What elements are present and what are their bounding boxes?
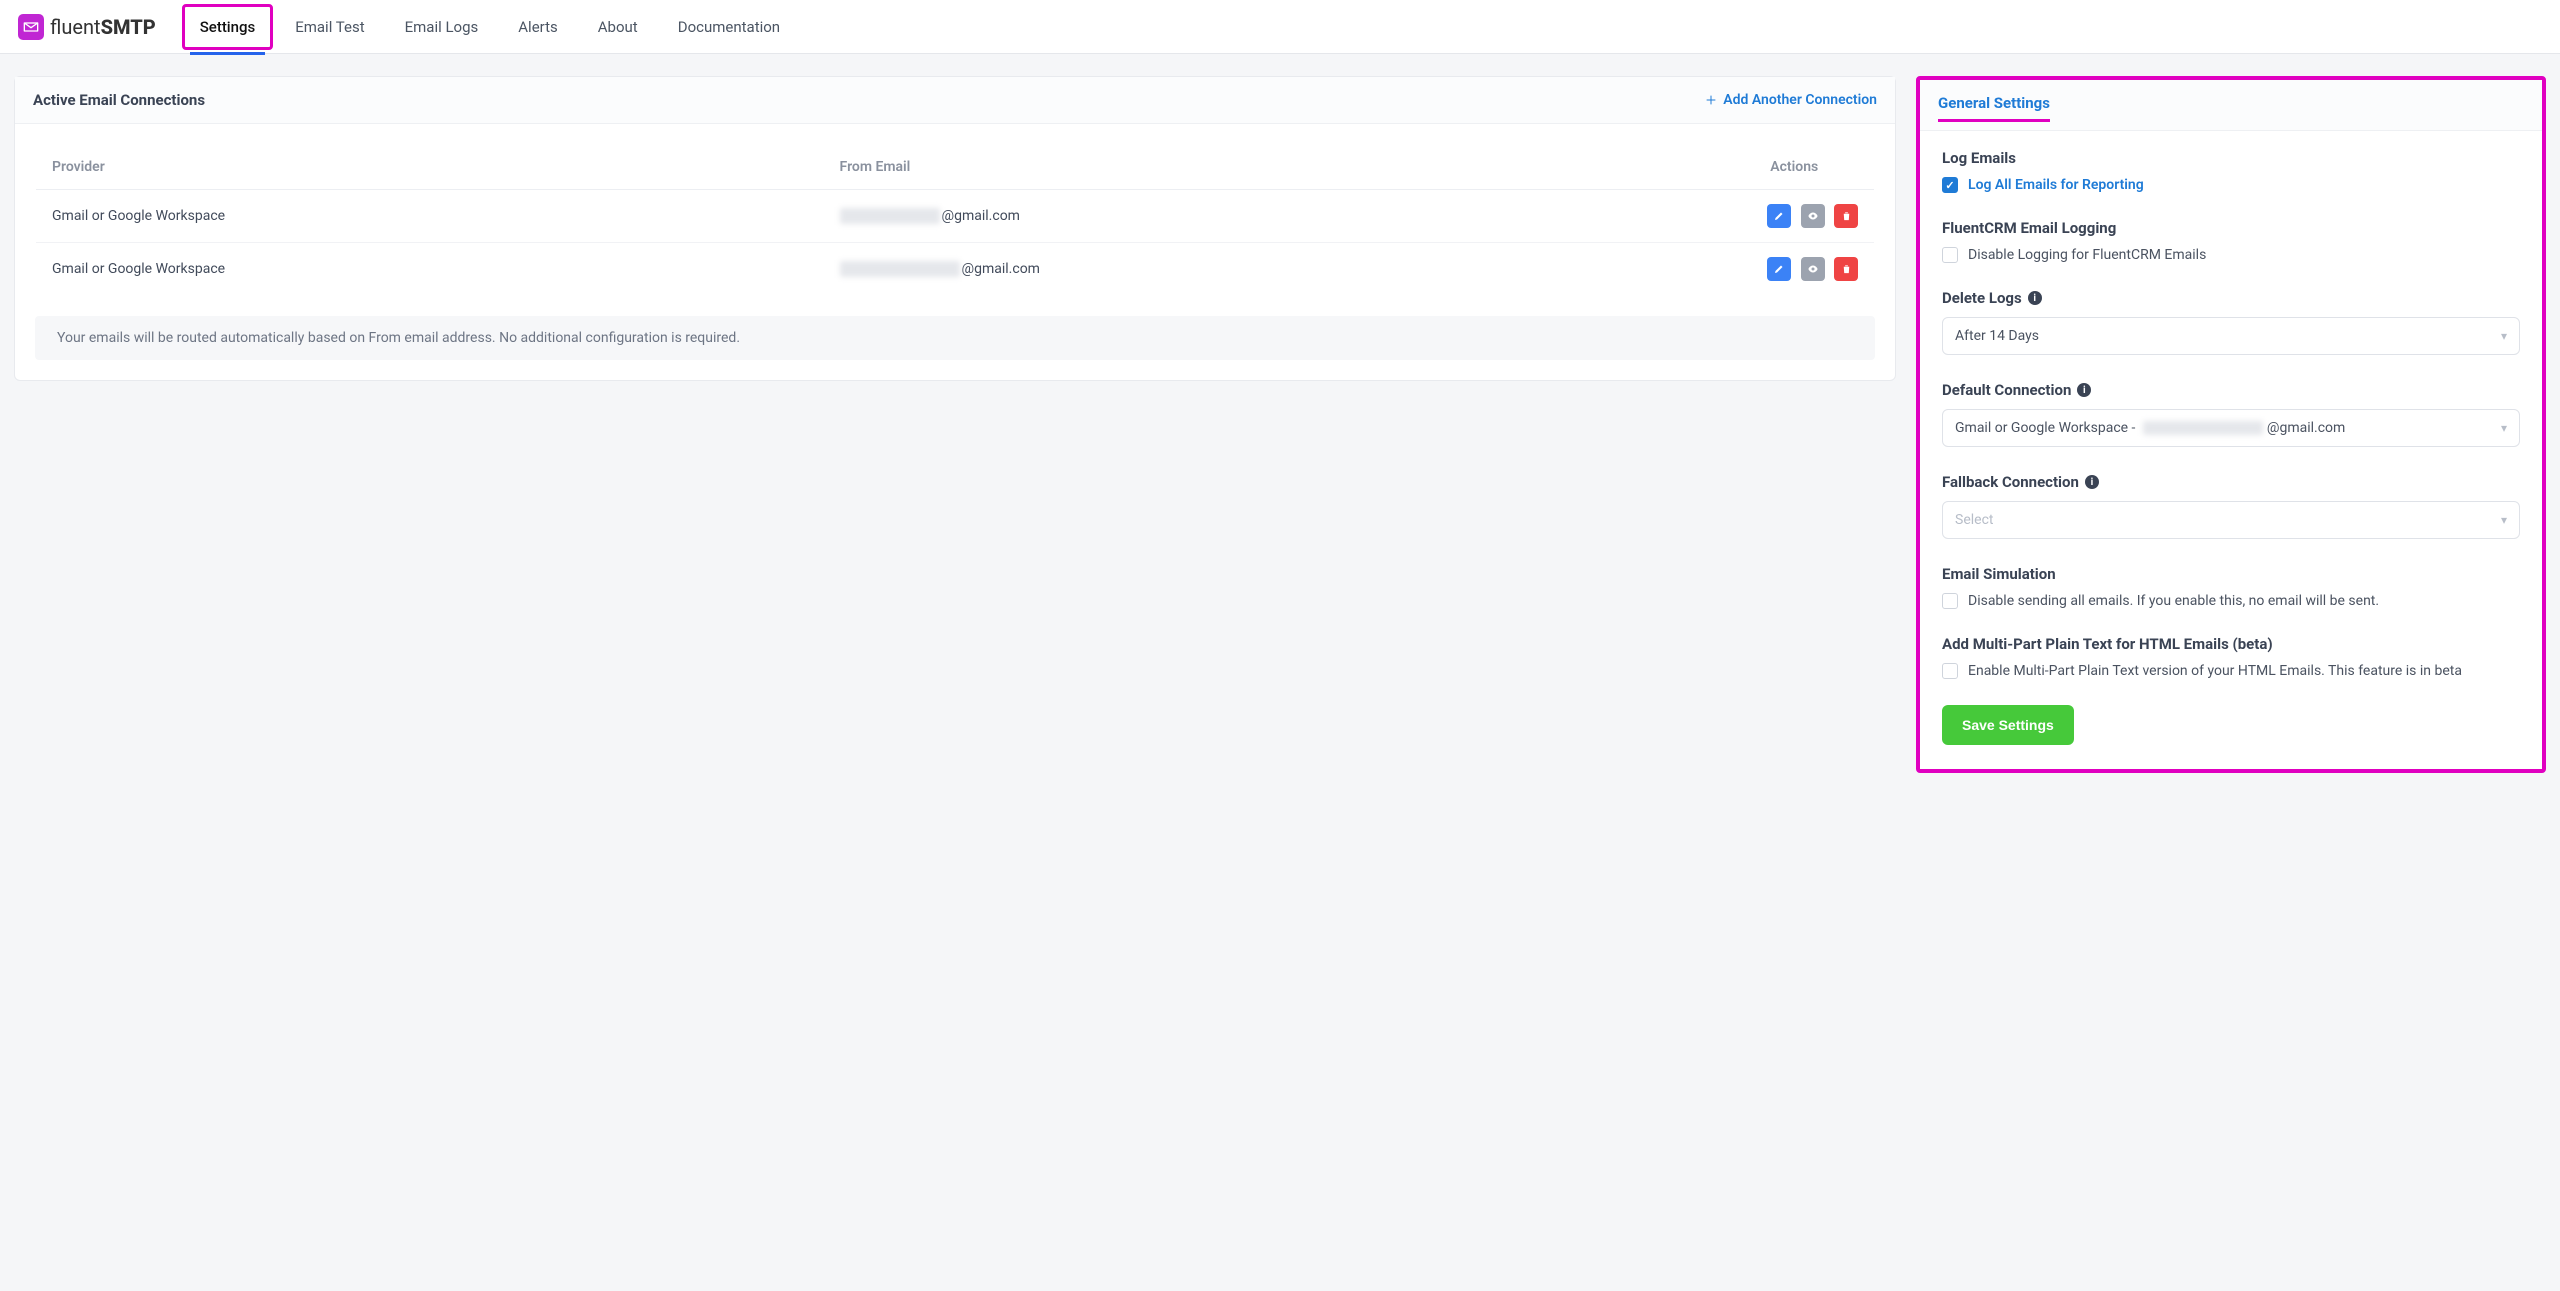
cell-actions: [1715, 190, 1875, 243]
default-conn-suffix: @gmail.com: [2267, 420, 2345, 436]
connections-title: Active Email Connections: [33, 91, 205, 109]
edit-button[interactable]: [1767, 257, 1791, 281]
edit-button[interactable]: [1767, 204, 1791, 228]
fallback-conn-heading-text: Fallback Connection: [1942, 473, 2079, 491]
cell-actions: [1715, 243, 1875, 296]
tab-label: Documentation: [678, 18, 780, 36]
default-conn-prefix: Gmail or Google Workspace -: [1955, 420, 2139, 436]
delete-logs-value: After 14 Days: [1955, 328, 2039, 344]
multipart-checkbox-row[interactable]: Enable Multi-Part Plain Text version of …: [1942, 663, 2520, 679]
save-settings-button[interactable]: Save Settings: [1942, 705, 2074, 745]
tab-label: Email Test: [295, 18, 364, 36]
redacted-text: [840, 208, 940, 224]
brand-text: fluentSMTP: [50, 15, 156, 39]
add-connection-label: Add Another Connection: [1723, 92, 1877, 108]
connections-header: Active Email Connections Add Another Con…: [15, 77, 1895, 124]
fallback-conn-select[interactable]: Select ▾: [1942, 501, 2520, 539]
general-title: General Settings: [1938, 94, 2050, 116]
brand-logo: fluentSMTP: [18, 14, 156, 40]
setting-fluentcrm-logging: FluentCRM Email Logging Disable Logging …: [1942, 219, 2520, 263]
delete-logs-heading: Delete Logs i: [1942, 289, 2520, 307]
fluentcrm-checkbox-label: Disable Logging for FluentCRM Emails: [1968, 247, 2206, 263]
setting-default-connection: Default Connection i Gmail or Google Wor…: [1942, 381, 2520, 447]
general-header: General Settings: [1920, 80, 2542, 131]
tab-settings[interactable]: Settings: [180, 0, 276, 54]
chevron-down-icon: ▾: [2501, 329, 2507, 343]
setting-log-emails: Log Emails Log All Emails for Reporting: [1942, 149, 2520, 193]
log-emails-heading: Log Emails: [1942, 149, 2520, 167]
cell-provider: Gmail or Google Workspace: [36, 243, 824, 296]
connections-table: Provider From Email Actions Gmail or Goo…: [35, 144, 1875, 296]
cell-email: @gmail.com: [824, 243, 1715, 296]
default-conn-select[interactable]: Gmail or Google Workspace - @gmail.com ▾: [1942, 409, 2520, 447]
fluentcrm-heading: FluentCRM Email Logging: [1942, 219, 2520, 237]
tab-label: Email Logs: [405, 18, 479, 36]
simulation-heading: Email Simulation: [1942, 565, 2520, 583]
tab-email-test[interactable]: Email Test: [275, 0, 384, 54]
tab-alerts[interactable]: Alerts: [498, 0, 578, 54]
nav-tabs: Settings Email Test Email Logs Alerts Ab…: [180, 0, 800, 54]
fallback-conn-heading: Fallback Connection i: [1942, 473, 2520, 491]
simulation-checkbox-label: Disable sending all emails. If you enabl…: [1968, 593, 2379, 609]
log-emails-checkbox-label: Log All Emails for Reporting: [1968, 177, 2144, 193]
info-icon[interactable]: i: [2085, 475, 2099, 489]
general-settings-panel: General Settings Log Emails Log All Emai…: [1916, 76, 2546, 773]
cell-email-suffix: @gmail.com: [962, 261, 1040, 277]
redacted-text: [840, 261, 960, 277]
multipart-checkbox-label: Enable Multi-Part Plain Text version of …: [1968, 663, 2462, 679]
delete-logs-heading-text: Delete Logs: [1942, 289, 2022, 307]
log-emails-checkbox-row[interactable]: Log All Emails for Reporting: [1942, 177, 2520, 193]
brand-icon: [18, 14, 44, 40]
tab-label: About: [598, 18, 638, 36]
delete-button[interactable]: [1834, 204, 1858, 228]
tab-label: Alerts: [518, 18, 558, 36]
checkbox-icon: [1942, 177, 1958, 193]
setting-multipart: Add Multi-Part Plain Text for HTML Email…: [1942, 635, 2520, 679]
connections-panel: Active Email Connections Add Another Con…: [14, 76, 1896, 381]
col-provider: Provider: [36, 145, 824, 190]
fluentcrm-checkbox-row[interactable]: Disable Logging for FluentCRM Emails: [1942, 247, 2520, 263]
tab-label: Settings: [200, 18, 256, 36]
topbar: fluentSMTP Settings Email Test Email Log…: [0, 0, 2560, 54]
general-body: Log Emails Log All Emails for Reporting …: [1920, 131, 2542, 769]
cell-email-suffix: @gmail.com: [942, 208, 1020, 224]
delete-logs-select[interactable]: After 14 Days ▾: [1942, 317, 2520, 355]
info-icon[interactable]: i: [2028, 291, 2042, 305]
routing-note: Your emails will be routed automatically…: [35, 316, 1875, 360]
multipart-heading: Add Multi-Part Plain Text for HTML Email…: [1942, 635, 2520, 653]
info-icon[interactable]: i: [2077, 383, 2091, 397]
tab-about[interactable]: About: [578, 0, 658, 54]
connections-table-wrap: Provider From Email Actions Gmail or Goo…: [15, 124, 1895, 316]
cell-email: @gmail.com: [824, 190, 1715, 243]
tab-email-logs[interactable]: Email Logs: [385, 0, 499, 54]
chevron-down-icon: ▾: [2501, 513, 2507, 527]
cell-provider: Gmail or Google Workspace: [36, 190, 824, 243]
setting-email-simulation: Email Simulation Disable sending all ema…: [1942, 565, 2520, 609]
simulation-checkbox-row[interactable]: Disable sending all emails. If you enabl…: [1942, 593, 2520, 609]
view-button[interactable]: [1801, 204, 1825, 228]
checkbox-icon: [1942, 247, 1958, 263]
default-conn-value: Gmail or Google Workspace - @gmail.com: [1955, 420, 2345, 436]
checkbox-icon: [1942, 593, 1958, 609]
delete-button[interactable]: [1834, 257, 1858, 281]
tab-documentation[interactable]: Documentation: [658, 0, 800, 54]
fallback-conn-placeholder: Select: [1955, 512, 1993, 528]
setting-fallback-connection: Fallback Connection i Select ▾: [1942, 473, 2520, 539]
chevron-down-icon: ▾: [2501, 421, 2507, 435]
col-from-email: From Email: [824, 145, 1715, 190]
redacted-text: [2143, 421, 2263, 435]
default-conn-heading-text: Default Connection: [1942, 381, 2071, 399]
setting-delete-logs: Delete Logs i After 14 Days ▾: [1942, 289, 2520, 355]
table-row: Gmail or Google Workspace @gmail.com: [36, 190, 1875, 243]
table-row: Gmail or Google Workspace @gmail.com: [36, 243, 1875, 296]
view-button[interactable]: [1801, 257, 1825, 281]
plus-icon: [1705, 94, 1717, 106]
add-connection-button[interactable]: Add Another Connection: [1705, 92, 1877, 108]
page-content: Active Email Connections Add Another Con…: [0, 54, 2560, 795]
col-actions: Actions: [1715, 145, 1875, 190]
checkbox-icon: [1942, 663, 1958, 679]
default-conn-heading: Default Connection i: [1942, 381, 2520, 399]
